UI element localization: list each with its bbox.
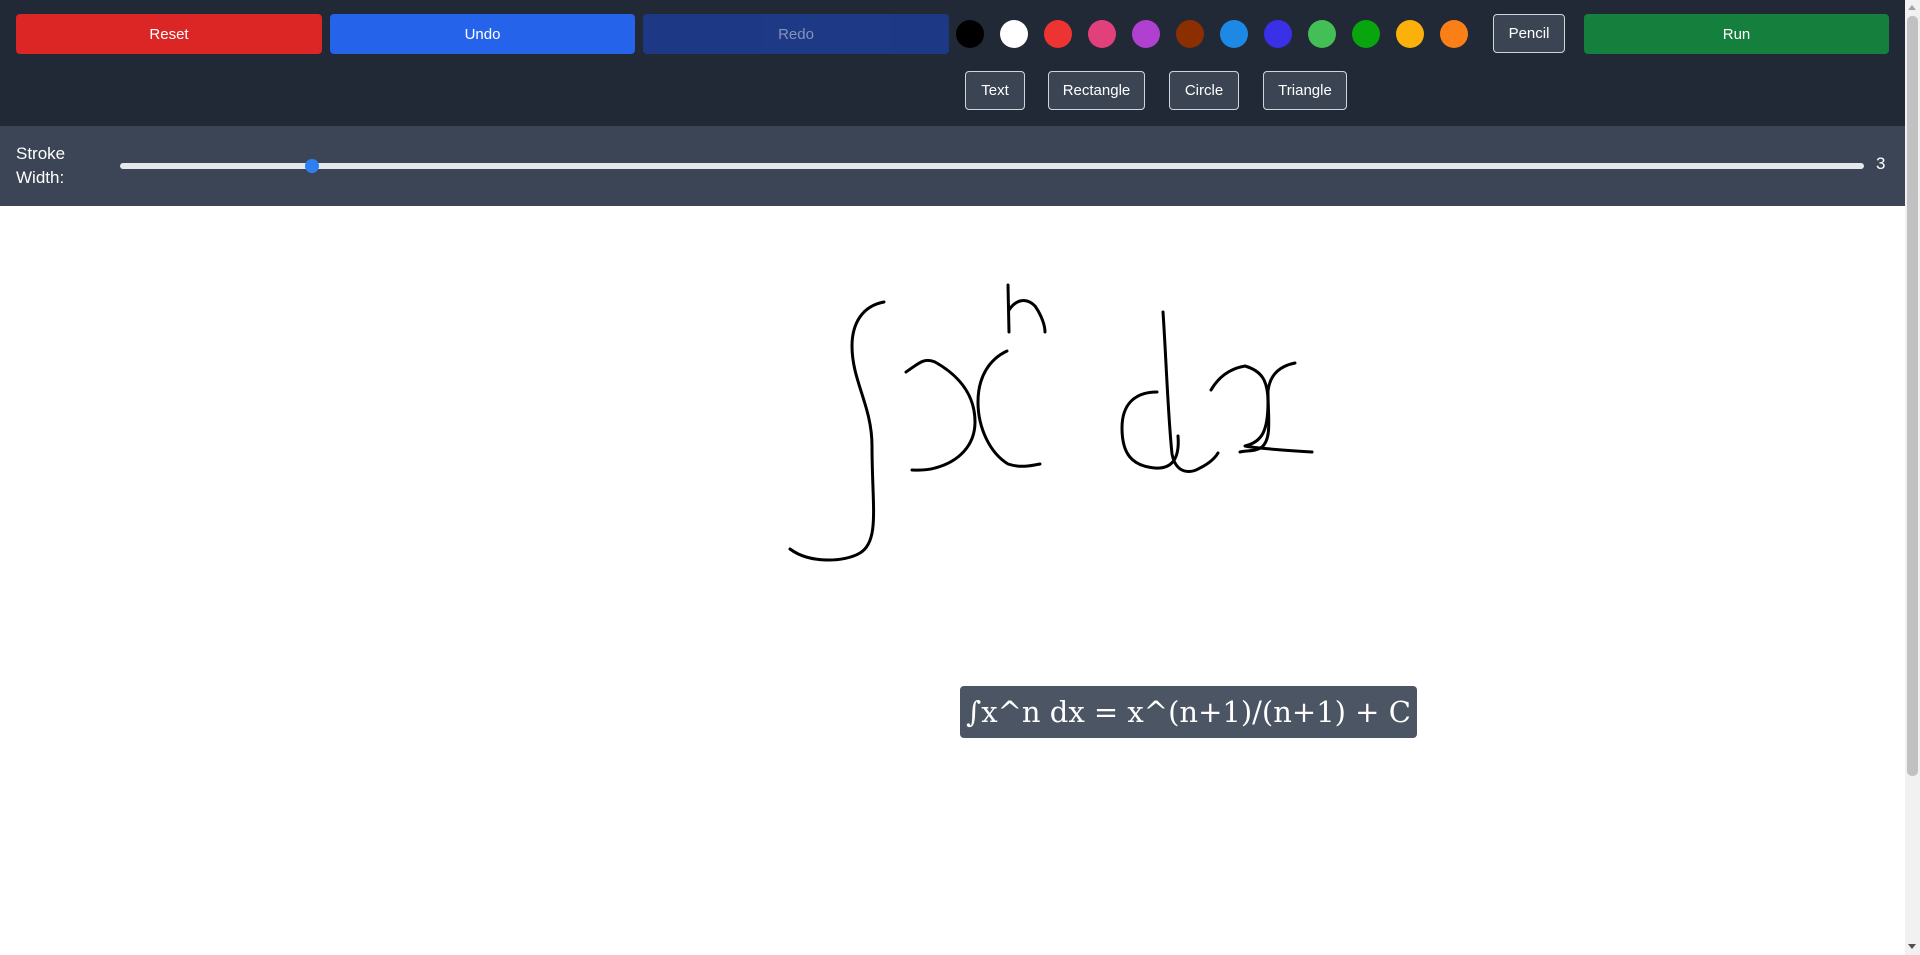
scrollbar-thumb[interactable] bbox=[1907, 16, 1918, 776]
stroke-width-slider[interactable] bbox=[120, 159, 1864, 173]
ink-x-left-stroke bbox=[904, 358, 977, 472]
ink-second-x-left bbox=[1209, 364, 1314, 454]
drawing-app: Reset Undo Redo Pencil Run Text Rectangl… bbox=[0, 0, 1920, 955]
ink-exponent-n bbox=[1006, 283, 1047, 334]
reset-button[interactable]: Reset bbox=[16, 14, 322, 54]
stroke-width-label: Stroke Width: bbox=[16, 144, 66, 187]
color-swatch-light-green[interactable] bbox=[1308, 20, 1336, 48]
color-swatch-red[interactable] bbox=[1044, 20, 1072, 48]
pencil-tool-button[interactable]: Pencil bbox=[1493, 14, 1565, 53]
scroll-up-arrow-icon[interactable] bbox=[1908, 5, 1916, 10]
ink-second-x-right bbox=[1238, 361, 1297, 454]
drawing-canvas[interactable]: ∫x^n dx = x^(n+1)/(n+1) + C bbox=[0, 206, 1905, 955]
color-swatch-blue[interactable] bbox=[1264, 20, 1292, 48]
recognition-result: ∫x^n dx = x^(n+1)/(n+1) + C bbox=[960, 686, 1417, 738]
color-swatch-yellow[interactable] bbox=[1396, 20, 1424, 48]
ink-d-stem bbox=[1161, 310, 1220, 473]
redo-button[interactable]: Redo bbox=[643, 14, 949, 54]
toolbar: Reset Undo Redo Pencil Run Text Rectangl… bbox=[0, 0, 1905, 126]
undo-button[interactable]: Undo bbox=[330, 14, 635, 54]
color-swatch-orange[interactable] bbox=[1440, 20, 1468, 48]
color-swatch-purple[interactable] bbox=[1132, 20, 1160, 48]
color-swatch-brown[interactable] bbox=[1176, 20, 1204, 48]
ink-integral-sign bbox=[788, 300, 886, 562]
text-tool-button[interactable]: Text bbox=[965, 71, 1025, 110]
color-swatch-black[interactable] bbox=[956, 20, 984, 48]
color-swatch-light-blue[interactable] bbox=[1220, 20, 1248, 48]
color-swatch-white[interactable] bbox=[1000, 20, 1028, 48]
run-button[interactable]: Run bbox=[1584, 14, 1889, 54]
color-swatch-pink[interactable] bbox=[1088, 20, 1116, 48]
circle-tool-button[interactable]: Circle bbox=[1169, 71, 1239, 110]
stroke-width-slider-thumb[interactable] bbox=[304, 159, 319, 173]
rectangle-tool-button[interactable]: Rectangle bbox=[1048, 71, 1145, 110]
scroll-down-arrow-icon[interactable] bbox=[1908, 944, 1916, 949]
color-swatch-green[interactable] bbox=[1352, 20, 1380, 48]
stroke-width-bar: Stroke Width: 3 bbox=[0, 126, 1905, 206]
stroke-width-value: 3 bbox=[1876, 154, 1886, 173]
handwritten-drawing bbox=[788, 283, 1314, 562]
vertical-scrollbar[interactable] bbox=[1905, 0, 1920, 955]
ink-x-right-stroke bbox=[976, 349, 1042, 468]
triangle-tool-button[interactable]: Triangle bbox=[1263, 71, 1347, 110]
